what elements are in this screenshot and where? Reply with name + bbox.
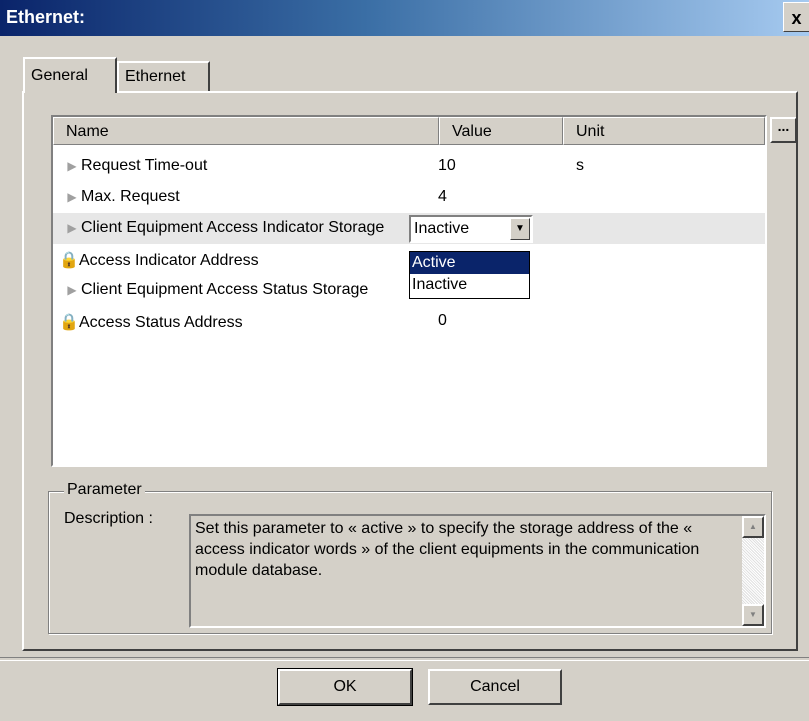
combobox-value: Inactive xyxy=(414,220,470,237)
chevron-down-icon[interactable]: ▼ xyxy=(510,218,530,240)
ok-button[interactable]: OK xyxy=(277,668,413,706)
close-button[interactable]: x xyxy=(783,2,809,32)
divider xyxy=(0,657,809,661)
tab-panel xyxy=(22,91,798,651)
window-title: Ethernet: xyxy=(6,7,86,27)
dropdown-option-active[interactable]: Active xyxy=(410,252,529,274)
tab-general[interactable]: General xyxy=(23,57,117,93)
dropdown-option-inactive[interactable]: Inactive xyxy=(410,274,529,296)
cancel-button[interactable]: Cancel xyxy=(428,669,562,705)
storage-combobox[interactable]: Inactive ▼ xyxy=(409,215,533,243)
dropdown-list: Active Inactive xyxy=(409,251,530,299)
title-bar: Ethernet: x xyxy=(0,0,809,36)
tab-ethernet[interactable]: Ethernet xyxy=(117,61,210,91)
